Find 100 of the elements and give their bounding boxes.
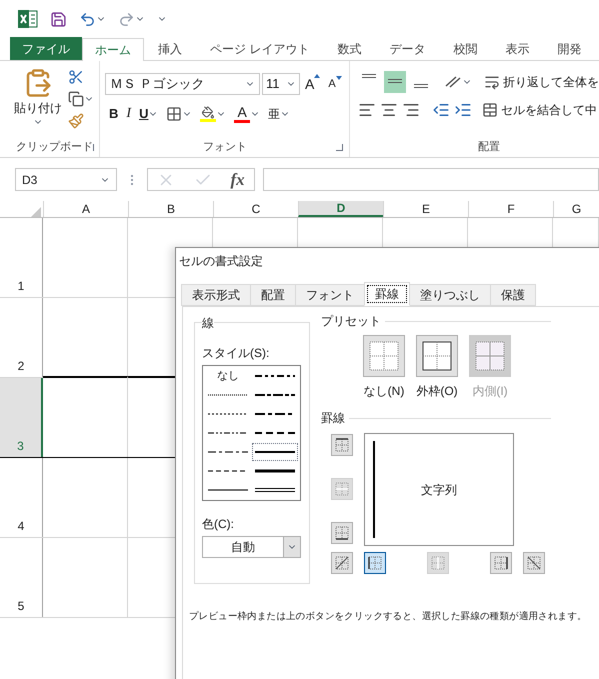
line-style-option[interactable]: なし [205,367,251,385]
bold-button[interactable]: B [109,104,118,124]
border-grid-icon [527,556,541,570]
align-left-icon[interactable] [358,101,376,119]
line-sample-icon [208,430,248,436]
border-icon[interactable] [166,106,182,122]
column-header[interactable]: D [298,201,383,217]
format-painter-icon[interactable] [68,113,84,129]
dialog-launcher-icon[interactable] [336,144,343,150]
column-header[interactable]: G [553,201,599,217]
line-sample-icon [254,373,294,379]
align-right-icon[interactable] [402,101,420,119]
increase-indent-icon[interactable] [454,101,472,119]
shrink-font-button[interactable]: A [325,76,345,92]
paste-button[interactable]: 貼り付け [14,67,62,137]
border-toggle-button[interactable] [364,552,386,574]
ribbon-tab[interactable]: ホーム [82,38,144,61]
dialog-tab[interactable]: フォント [295,284,365,306]
border-toggle-button[interactable] [331,434,353,456]
group-label: フォント [203,140,247,155]
underline-button[interactable]: U [139,104,148,124]
font-size-field[interactable]: 11 [262,73,300,95]
row-header[interactable]: 4 [0,458,43,537]
column-header[interactable]: B [128,201,213,217]
font-color-button[interactable]: A [234,104,250,123]
border-grid-icon [422,341,452,371]
phonetic-button[interactable]: 亜 [268,104,280,122]
ribbon-tab[interactable]: 表示 [491,37,544,60]
insert-function-button[interactable]: fx [230,166,245,192]
preset-label: なし(N) [364,383,404,400]
border-grid-icon [368,556,382,570]
merge-center-button[interactable]: セルを結合して中 [482,101,597,119]
section-title: 罫線 [321,410,345,427]
fill-color-icon[interactable] [200,106,216,122]
dialog-tab[interactable]: 表示形式 [181,284,251,306]
hint-text: プレビュー枠内または上のボタンをクリックすると、選択した罫線の種類が適用されます。 [189,610,588,624]
ribbon-tab[interactable]: 数式 [323,37,376,60]
wrap-text-button[interactable]: 折り返して全体を [484,73,599,91]
line-sample-icon [254,411,294,417]
formula-input-field[interactable] [263,168,599,191]
line-sample-icon [254,487,294,493]
line-sample-icon [254,392,294,398]
orientation-icon[interactable] [444,74,462,90]
decrease-indent-icon[interactable] [432,101,450,119]
preview-text: 文字列 [421,482,457,498]
line-sample-icon [208,449,248,455]
undo-icon[interactable] [79,10,96,28]
section-title: プリセット [321,313,381,330]
dialog-tab[interactable]: 塗りつぶし [409,284,491,306]
copy-icon[interactable] [68,91,84,107]
group-label: 配置 [478,140,500,155]
border-grid-icon [494,556,508,570]
vertical-align-icon [362,74,376,78]
italic-button[interactable]: I [126,103,132,124]
line-sample-icon [208,468,248,474]
ribbon-tab[interactable]: データ [375,37,440,60]
row-header[interactable]: 1 [0,218,43,297]
vertical-align-icon [414,84,428,88]
border-toggle-button[interactable] [331,522,353,544]
font-name-field[interactable]: ＭＳ Ｐゴシック [105,73,260,95]
ribbon-tab[interactable]: 校閲 [439,37,492,60]
row-header[interactable]: 5 [0,538,43,617]
preset-button[interactable] [416,335,458,377]
line-sample-icon [254,430,294,436]
align-center-icon[interactable] [380,101,398,119]
column-header[interactable]: E [383,201,468,217]
border-toggle-button[interactable] [490,552,512,574]
line-sample-icon [208,487,248,493]
up-triangle-icon [314,74,320,78]
ribbon-tab[interactable]: 開発 [543,37,596,60]
column-header[interactable]: F [468,201,553,217]
ribbon-tab[interactable]: ページ レイアウト [196,37,324,60]
wrap-text-icon [484,74,500,90]
row-header[interactable]: 2 [0,298,43,377]
scissors-icon[interactable] [68,69,84,85]
color-dropdown[interactable]: 自動 [202,536,301,558]
redo-icon[interactable] [118,10,135,28]
border-preview[interactable]: 文字列 [364,433,514,546]
line-style-option[interactable] [252,443,298,461]
ribbon-tab[interactable]: 挿入 [144,37,196,60]
border-toggle-button[interactable] [523,552,545,574]
name-box[interactable]: D3 [15,168,117,191]
line-sample-icon [254,468,294,474]
save-icon[interactable] [50,10,67,28]
group-label: クリップボード [16,140,93,155]
separator-icon [131,174,133,184]
row-header[interactable]: 3 [0,378,43,457]
dialog-tab[interactable]: 保護 [490,284,536,306]
preset-label: 外枠(O) [416,383,458,400]
border-grid-icon [335,438,349,452]
vertical-align-button[interactable] [384,71,406,93]
border-toggle-button[interactable] [331,552,353,574]
ribbon-tab[interactable]: ファイル [10,37,82,60]
column-header[interactable]: A [43,201,128,217]
dialog-tab[interactable]: 配置 [250,284,296,306]
line-sample-icon [208,392,248,398]
dialog-tab[interactable]: 罫線 [364,282,410,306]
grow-font-button[interactable]: A [302,74,324,94]
sheet-cell[interactable] [43,376,128,457]
border-grid-icon [335,526,349,540]
